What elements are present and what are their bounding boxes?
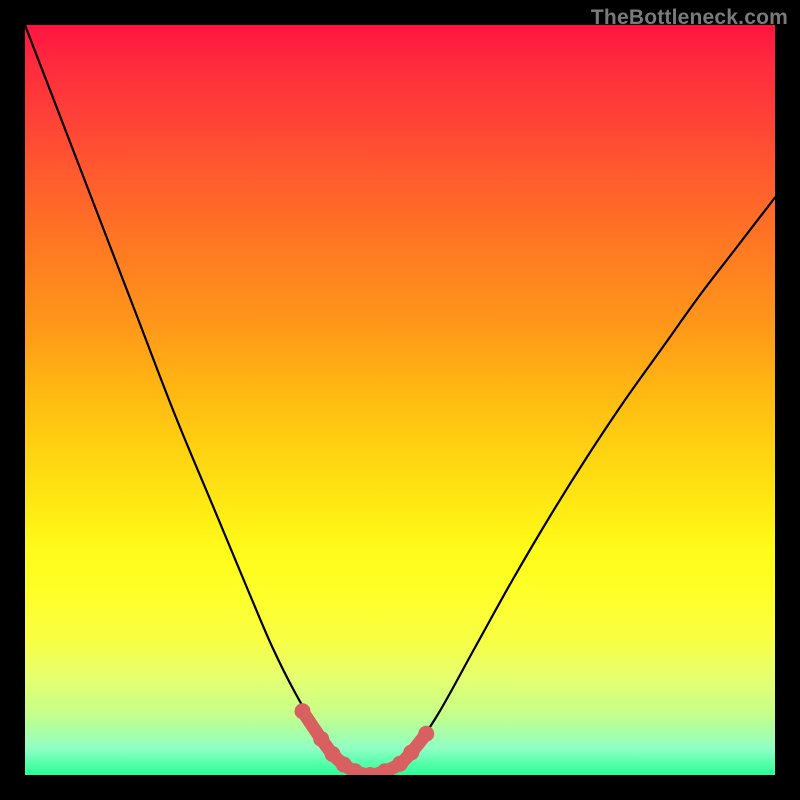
highlight-dots [295,703,435,775]
bottleneck-chart [25,25,775,775]
highlight-dot [313,731,329,747]
chart-frame: TheBottleneck.com [0,0,800,800]
highlight-dot [295,703,311,719]
highlight-dot [403,745,419,761]
plot-area [25,25,775,775]
bottleneck-curve [25,25,775,775]
highlight-dot [418,726,434,742]
